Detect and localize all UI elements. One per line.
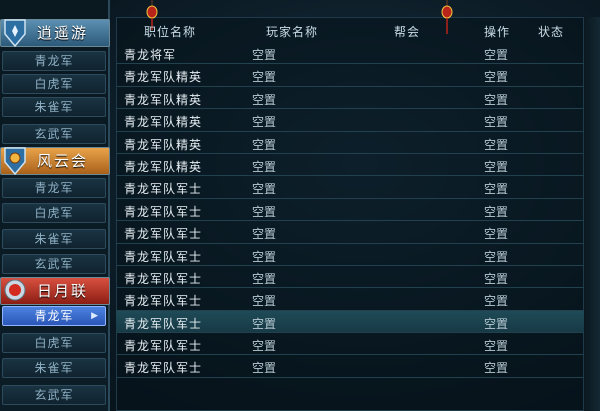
table-row[interactable]: 青龙军队军士 空置 空置	[116, 266, 584, 289]
action-cell: 空置	[484, 249, 509, 264]
position-cell: 青龙军队军士	[124, 361, 203, 376]
player-cell: 空置	[252, 294, 277, 309]
col-header-player: 玩家名称	[266, 25, 319, 39]
position-cell: 青龙将军	[124, 48, 177, 62]
position-cell: 青龙军队军士	[124, 182, 203, 197]
table-row[interactable]: 青龙军队军士 空置 空置	[116, 333, 584, 356]
shield-emblem-icon	[4, 147, 26, 176]
player-cell: 空置	[252, 159, 277, 174]
action-cell: 空置	[484, 316, 509, 331]
position-cell: 青龙军队军士	[124, 227, 203, 242]
action-cell: 空置	[484, 115, 509, 130]
player-cell: 空置	[252, 249, 277, 264]
table-row[interactable]: 青龙军队军士 空置 空置	[116, 288, 584, 311]
player-cell: 空置	[252, 316, 277, 331]
table-row[interactable]: 青龙军队军士 空置 空置	[116, 310, 584, 334]
table-row[interactable]: 青龙军队军士 空置 空置	[116, 199, 584, 222]
action-cell: 空置	[484, 204, 509, 219]
action-cell: 空置	[484, 92, 509, 107]
action-cell: 空置	[484, 70, 509, 85]
player-cell: 空置	[252, 339, 277, 354]
col-header-guild: 帮会	[394, 25, 421, 39]
sub-tab-label: 青龙军	[34, 309, 74, 323]
action-cell: 空置	[484, 339, 509, 354]
table-row[interactable]: 青龙军队精英 空置 空置	[116, 132, 584, 154]
table-row[interactable]: 青龙军队精英 空置 空置	[116, 154, 584, 177]
position-cell: 青龙军队军士	[124, 271, 203, 286]
table-header: 职位名称 玩家名称 帮会 操作 状态	[116, 20, 584, 40]
position-cell: 青龙军队军士	[124, 294, 203, 309]
sub-tab-zhuque[interactable]: 朱雀军	[2, 229, 106, 249]
roster-table: 青龙将军 空置 空置 青龙军队精英 空置 空置 青龙军队精英 空置 空置 青龙军队精英 空置 空置 青龙…	[116, 42, 584, 378]
guild-name: 逍遥游	[37, 24, 89, 42]
guild-sidebar: 逍遥游 青龙军 白虎军 朱雀军 玄武军 风云会 青龙军 白虎军 朱雀军 玄武军 …	[0, 0, 110, 411]
action-cell: 空置	[484, 227, 509, 242]
table-row[interactable]: 青龙将军 空置 空置	[116, 42, 584, 65]
col-header-position: 职位名称	[144, 25, 197, 39]
player-cell: 空置	[252, 227, 277, 242]
table-row[interactable]: 青龙军队精英 空置 空置	[116, 64, 584, 87]
action-cell: 空置	[484, 137, 509, 152]
table-row[interactable]: 青龙军队军士 空置 空置	[116, 355, 584, 378]
sub-tab-qinglong[interactable]: 青龙军 ▶	[2, 306, 106, 326]
sub-tab-baihu[interactable]: 白虎军	[2, 203, 106, 223]
sub-tab-qinglong[interactable]: 青龙军	[2, 178, 106, 198]
guild-tab-fengyunhui[interactable]: 风云会	[0, 147, 110, 176]
sub-tab-zhuque[interactable]: 朱雀军	[2, 97, 106, 117]
position-cell: 青龙军队精英	[124, 92, 203, 107]
sub-tab-xuanwu[interactable]: 玄武军	[2, 254, 106, 274]
col-header-action: 操作	[484, 25, 511, 39]
sub-tab-xuanwu[interactable]: 玄武军	[2, 124, 106, 144]
position-cell: 青龙军队军士	[124, 316, 203, 331]
col-header-status: 状态	[538, 25, 565, 39]
player-cell: 空置	[252, 115, 277, 130]
action-cell: 空置	[484, 361, 509, 376]
sub-tab-xuanwu[interactable]: 玄武军	[2, 385, 106, 405]
guild-tab-riyuelian[interactable]: 日月联	[0, 277, 110, 305]
sub-tab-baihu[interactable]: 白虎军	[2, 333, 106, 353]
position-cell: 青龙军队精英	[124, 137, 203, 152]
panel-edge	[584, 17, 600, 411]
table-row[interactable]: 青龙军队精英 空置 空置	[116, 109, 584, 132]
position-cell: 青龙军队军士	[124, 249, 203, 264]
player-cell: 空置	[252, 92, 277, 107]
player-cell: 空置	[252, 48, 277, 62]
position-cell: 青龙军队军士	[124, 339, 203, 354]
table-row[interactable]: 青龙军队军士 空置 空置	[116, 244, 584, 266]
table-row[interactable]: 青龙军队军士 空置 空置	[116, 176, 584, 199]
player-cell: 空置	[252, 271, 277, 286]
guild-name: 风云会	[37, 152, 89, 170]
table-row[interactable]: 青龙军队军士 空置 空置	[116, 221, 584, 244]
sub-tab-qinglong[interactable]: 青龙军	[2, 51, 106, 71]
position-cell: 青龙军队精英	[124, 159, 203, 174]
shield-emblem-icon	[4, 19, 26, 48]
table-row[interactable]: 青龙军队精英 空置 空置	[116, 87, 584, 110]
player-cell: 空置	[252, 361, 277, 376]
orb-emblem-icon	[4, 279, 26, 301]
player-cell: 空置	[252, 204, 277, 219]
action-cell: 空置	[484, 294, 509, 309]
sub-tab-zhuque[interactable]: 朱雀军	[2, 358, 106, 378]
player-cell: 空置	[252, 137, 277, 152]
position-cell: 青龙军队精英	[124, 70, 203, 85]
action-cell: 空置	[484, 159, 509, 174]
action-cell: 空置	[484, 48, 509, 62]
action-cell: 空置	[484, 271, 509, 286]
player-cell: 空置	[252, 70, 277, 85]
sub-tab-baihu[interactable]: 白虎军	[2, 74, 106, 94]
guild-tab-xiaoyaoyou[interactable]: 逍遥游	[0, 19, 110, 48]
guild-name: 日月联	[37, 282, 89, 300]
position-cell: 青龙军队军士	[124, 204, 203, 219]
arrow-right-icon: ▶	[91, 311, 99, 321]
player-cell: 空置	[252, 182, 277, 197]
action-cell: 空置	[484, 182, 509, 197]
position-cell: 青龙军队精英	[124, 115, 203, 130]
